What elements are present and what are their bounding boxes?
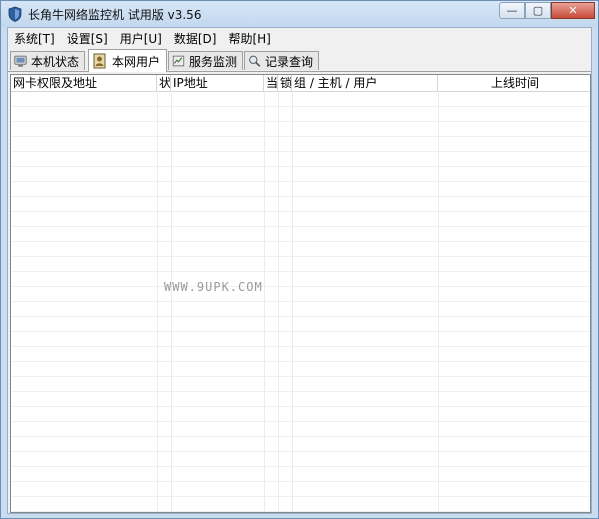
row-separator — [11, 361, 590, 362]
watermark-text: WWW.9UPK.COM — [164, 280, 263, 294]
row-separator — [11, 181, 590, 182]
maximize-button[interactable]: ▢ — [525, 2, 551, 19]
menu-help[interactable]: 帮助[H] — [222, 28, 276, 47]
col-header-group-host-user[interactable]: 组 / 主机 / 用户 — [292, 75, 438, 91]
column-gridline — [264, 91, 265, 512]
table-header: 网卡权限及地址 状 IP地址 当 锁 组 / 主机 / 用户 上线时间 — [11, 75, 590, 92]
row-separator — [11, 151, 590, 152]
column-gridline — [438, 91, 439, 512]
tab-label: 记录查询 — [264, 54, 313, 69]
col-header-ip[interactable]: IP地址 — [171, 75, 264, 91]
column-gridline — [171, 91, 172, 512]
row-separator — [11, 301, 590, 302]
tab-local-status[interactable]: 本机状态 — [10, 51, 85, 70]
tab-record-query[interactable]: 记录查询 — [244, 51, 319, 70]
row-separator — [11, 436, 590, 437]
col-header-online-time[interactable]: 上线时间 — [438, 75, 590, 91]
minimize-icon: — — [506, 4, 518, 17]
column-gridline — [292, 91, 293, 512]
minimize-button[interactable]: — — [499, 2, 525, 19]
app-window: 长角牛网络监控机 试用版 v3.56 — ▢ ✕ 系统[T] 设置[S] 用户[… — [0, 0, 599, 519]
row-separator — [11, 466, 590, 467]
column-gridline — [278, 91, 279, 512]
window-title: 长角牛网络监控机 试用版 v3.56 — [28, 8, 202, 22]
tab-label: 服务监测 — [188, 54, 237, 69]
users-icon — [93, 53, 106, 69]
users-table[interactable]: 网卡权限及地址 状 IP地址 当 锁 组 / 主机 / 用户 上线时间 WWW.… — [10, 74, 591, 513]
row-separator — [11, 256, 590, 257]
tab-bar: 本机状态 本网用户 服务监测 记录查询 — [8, 49, 591, 72]
row-separator — [11, 481, 590, 482]
window-controls: — ▢ ✕ — [499, 2, 595, 20]
title-bar[interactable]: 长角牛网络监控机 试用版 v3.56 — ▢ ✕ — [1, 1, 598, 27]
col-header-nic[interactable]: 网卡权限及地址 — [11, 75, 157, 91]
tab-service-monitor[interactable]: 服务监测 — [168, 51, 243, 70]
row-separator — [11, 166, 590, 167]
maximize-icon: ▢ — [532, 4, 544, 17]
client-area: 系统[T] 设置[S] 用户[U] 数据[D] 帮助[H] 本机状态 本网用户 … — [7, 27, 592, 514]
row-separator — [11, 406, 590, 407]
row-separator — [11, 226, 590, 227]
row-separator — [11, 196, 590, 197]
row-separator — [11, 136, 590, 137]
col-header-lock[interactable]: 锁 — [278, 75, 292, 91]
row-separator — [11, 241, 590, 242]
close-icon: ✕ — [568, 4, 578, 17]
menu-bar: 系统[T] 设置[S] 用户[U] 数据[D] 帮助[H] — [8, 28, 591, 47]
row-separator — [11, 316, 590, 317]
col-header-status[interactable]: 状 — [157, 75, 171, 91]
shield-app-icon — [8, 6, 22, 22]
row-separator — [11, 421, 590, 422]
service-icon — [172, 55, 185, 67]
tab-label: 本机状态 — [30, 54, 79, 69]
row-separator — [11, 121, 590, 122]
close-button[interactable]: ✕ — [551, 2, 595, 19]
row-separator — [11, 451, 590, 452]
menu-data[interactable]: 数据[D] — [168, 28, 223, 47]
menu-system[interactable]: 系统[T] — [8, 28, 61, 47]
row-separator — [11, 391, 590, 392]
search-record-icon — [249, 55, 261, 67]
row-separator — [11, 271, 590, 272]
row-separator — [11, 511, 590, 512]
row-separator — [11, 106, 590, 107]
tab-lan-users[interactable]: 本网用户 — [88, 49, 167, 72]
row-separator — [11, 211, 590, 212]
row-separator — [11, 286, 590, 287]
row-separator — [11, 331, 590, 332]
row-separator — [11, 496, 590, 497]
monitor-icon — [14, 55, 27, 67]
menu-settings[interactable]: 设置[S] — [61, 28, 114, 47]
tab-label: 本网用户 — [112, 54, 161, 69]
row-separator — [11, 346, 590, 347]
row-separator — [11, 376, 590, 377]
menu-users[interactable]: 用户[U] — [114, 28, 168, 47]
col-header-current[interactable]: 当 — [264, 75, 278, 91]
column-gridline — [157, 91, 158, 512]
